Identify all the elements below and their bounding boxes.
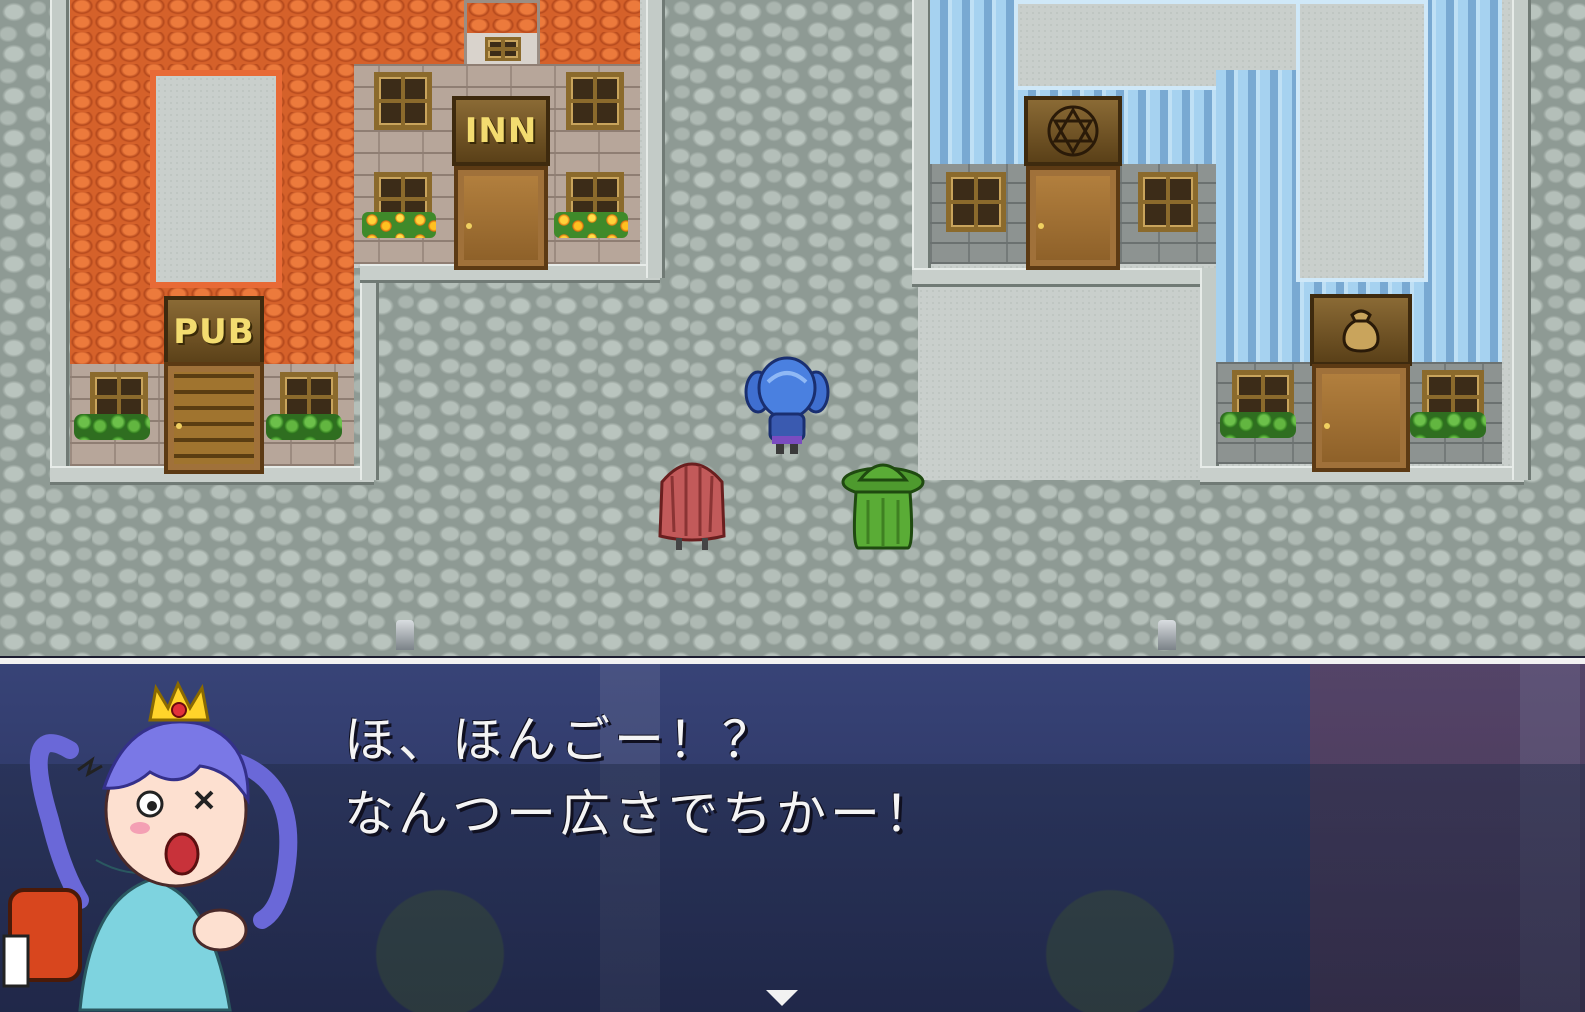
bush [74, 414, 150, 440]
magic-shop-window [1138, 172, 1198, 232]
magic-shop-door[interactable] [1026, 166, 1120, 270]
hexagram-icon [1024, 96, 1122, 166]
inn-door[interactable] [454, 166, 548, 270]
ledge [646, 0, 665, 278]
pub-door[interactable] [164, 362, 264, 474]
crowned-girl-portrait [0, 680, 320, 1012]
ledge [912, 0, 931, 280]
blue-haired-girl-sprite [744, 352, 830, 456]
down-triangle-icon[interactable] [766, 990, 798, 1006]
flower-box [554, 212, 628, 238]
ledge [360, 268, 379, 480]
pot-bag-icon [1310, 294, 1412, 366]
bush [1220, 412, 1296, 438]
street-lamp [396, 620, 414, 650]
inn-sign-text: INN [464, 111, 538, 151]
inn-roof [70, 0, 640, 64]
green-hooded-mage-sprite [838, 450, 928, 554]
pub-sign: PUB [164, 296, 264, 368]
inn-chimney [464, 0, 540, 68]
bush [266, 414, 342, 440]
pub-roof-vent [150, 70, 282, 288]
magic-shop-window [946, 172, 1006, 232]
roof-flat [1296, 0, 1428, 282]
dialogue-line-1: ほ、ほんごー！？ [344, 711, 776, 769]
item-shop-door[interactable] [1312, 364, 1410, 472]
dialogue-line-2: なんつー広さでちかー！ [344, 785, 938, 843]
inn-sign: INN [452, 96, 550, 166]
bush [1410, 412, 1486, 438]
ledge [912, 268, 1212, 287]
inn-window [566, 72, 624, 130]
street-lamp [1158, 620, 1176, 650]
ledge [1512, 0, 1531, 480]
red-haired-girl-sprite [652, 452, 732, 552]
game-scene: INN PUB ほ、ほんごー！？ なんつー広さでちかー！ [0, 0, 1585, 1012]
inn-window [374, 72, 432, 130]
ledge [50, 0, 69, 480]
flower-box [362, 212, 436, 238]
pub-sign-text: PUB [173, 312, 255, 352]
